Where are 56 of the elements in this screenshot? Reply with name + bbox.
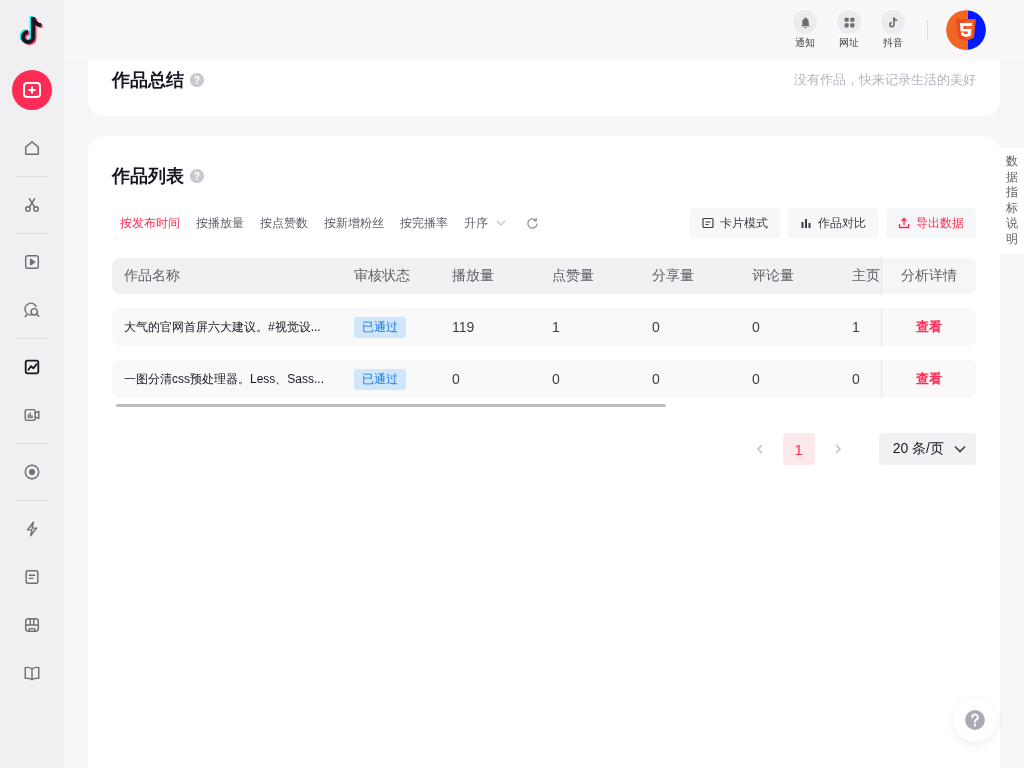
horizontal-scrollbar[interactable] <box>116 404 666 407</box>
table-cell-text: 0 <box>751 371 761 387</box>
table-cell-text: 0 <box>751 319 761 335</box>
status-tag: 已通过 <box>354 316 406 338</box>
view-link[interactable]: 查看 <box>916 318 942 336</box>
empty-hint: 没有作品，快来记录生活的美好 <box>794 71 976 89</box>
user-avatar[interactable] <box>946 10 986 50</box>
table-cell-text: 一图分清css预处理器。Less、Sass... <box>123 370 326 388</box>
column-header: 分析详情 <box>881 258 976 294</box>
table-cell-text: 0 <box>451 371 461 387</box>
card-icon <box>702 217 714 229</box>
status-tag: 已通过 <box>354 368 406 390</box>
refresh-icon[interactable] <box>526 216 539 230</box>
table-cell-text: 1 <box>851 319 861 335</box>
table-cell-text: 0 <box>551 371 561 387</box>
table-cell-text: 119 <box>451 319 476 335</box>
chevron-down-icon <box>496 220 506 226</box>
grid-icon <box>842 15 856 29</box>
column-header: 点赞量 <box>551 267 595 285</box>
table-cell-text: 大气的官网首屏六大建议。#视觉设... <box>123 318 322 336</box>
table-cell-text: 0 <box>651 319 661 335</box>
next-page-icon[interactable] <box>834 444 841 454</box>
section-title: 作品总结 <box>112 69 184 92</box>
chevron-down-icon <box>954 445 966 453</box>
order-dropdown[interactable]: 升序 <box>464 214 506 232</box>
export-button[interactable]: 导出数据 <box>886 208 976 238</box>
sort-option[interactable]: 按播放量 <box>196 214 244 232</box>
table-cell-text: 1 <box>551 319 561 335</box>
card-button[interactable]: 卡片模式 <box>690 208 780 238</box>
section-title: 作品列表 <box>112 165 184 188</box>
sort-option[interactable]: 按新增粉丝 <box>324 214 384 232</box>
compare-button[interactable]: 作品对比 <box>788 208 878 238</box>
sort-option[interactable]: 按发布时间 <box>120 214 180 232</box>
help-icon <box>964 709 986 731</box>
header-action-button[interactable]: 通知 <box>783 10 827 50</box>
sort-option[interactable]: 按完播率 <box>400 214 448 232</box>
create-button[interactable] <box>12 70 52 110</box>
column-header: 主页 <box>851 267 881 285</box>
sort-option[interactable]: 按点赞数 <box>260 214 308 232</box>
column-header: 分享量 <box>651 267 695 285</box>
plus-icon <box>22 80 42 100</box>
column-header: 评论量 <box>751 267 795 285</box>
view-link[interactable]: 查看 <box>916 370 942 388</box>
column-header: 作品名称 <box>123 267 181 285</box>
previous-page-icon[interactable] <box>756 444 763 454</box>
column-header: 播放量 <box>451 267 495 285</box>
music-note-icon <box>886 15 900 29</box>
bar-chart-icon <box>800 217 812 229</box>
table-cell-text: 0 <box>651 371 661 387</box>
column-header: 审核状态 <box>353 267 411 285</box>
table-cell-text: 0 <box>851 371 861 387</box>
header-action-button[interactable]: 网址 <box>827 10 871 50</box>
side-tab[interactable]: 数据指标说明 <box>1000 148 1024 254</box>
page-size-dropdown[interactable]: 20 条/页 <box>878 433 976 465</box>
header-action-button[interactable]: 抖音 <box>871 10 915 50</box>
upload-icon <box>898 217 910 229</box>
